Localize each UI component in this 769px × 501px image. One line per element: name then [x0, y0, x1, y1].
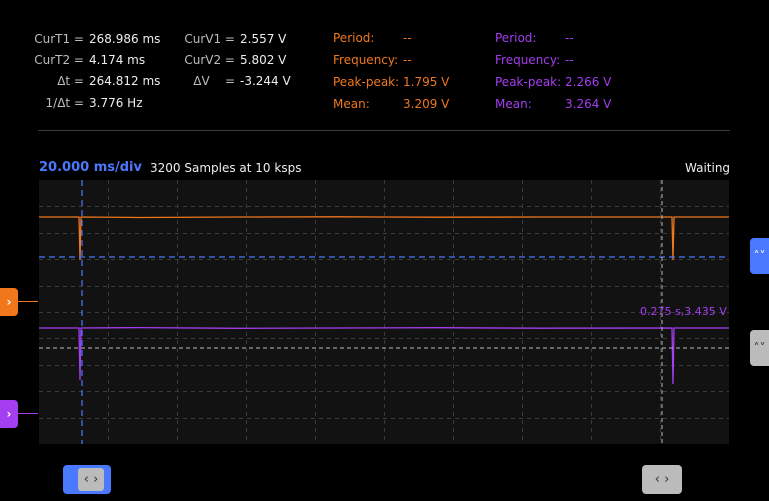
delta-t-label: Δt = [57, 74, 84, 88]
curt2-value: 4.174 ms [89, 53, 146, 67]
curt1-label: CurT1 = [34, 32, 84, 46]
oscilloscope-window: CurT1 = 268.986 ms CurT2 = 4.174 ms Δt =… [0, 0, 769, 501]
curv1-value: 2.557 V [240, 32, 287, 46]
curv2-value: 5.802 V [240, 53, 287, 67]
curv2-label: CurV2 = [184, 53, 235, 67]
up-down-arrows-icon: ˄˅ [753, 341, 766, 355]
ch2-frequency-label: Frequency: [495, 53, 561, 67]
delta-t-value: 264.812 ms [89, 74, 161, 88]
plot-grid [39, 180, 729, 444]
ch1-offset-marker[interactable]: › [0, 288, 18, 316]
sample-info: 3200 Samples at 10 ksps [150, 161, 302, 175]
inverse-delta-t-value: 3.776 Hz [89, 96, 143, 110]
cursor-annotation: 0.275 s,3.435 V [640, 305, 727, 318]
ch2-peak-peak-label: Peak-peak: [495, 75, 562, 89]
waveform-plot-area[interactable]: 0.275 s,3.435 V [39, 180, 729, 444]
waveform-plot: 0.275 s,3.435 V [39, 180, 729, 444]
ch2-frequency-value: -- [565, 53, 574, 67]
ch2-period-label: Period: [495, 31, 537, 45]
ch2-offset-marker[interactable]: › [0, 400, 18, 428]
ch1-peak-peak-value: 1.795 V [403, 75, 450, 89]
ch1-frequency-label: Frequency: [333, 53, 399, 67]
ch1-period-label: Period: [333, 31, 375, 45]
ch1-mean-label: Mean: [333, 97, 370, 111]
time-cursor2-handle[interactable]: ‹ › [642, 465, 682, 494]
divider-rule [38, 130, 730, 131]
ch2-mean-label: Mean: [495, 97, 532, 111]
curv1-label: CurV1 = [184, 32, 235, 46]
inverse-delta-t-label: 1/Δt = [45, 96, 84, 110]
time-cursor1-handle[interactable]: ‹ › [63, 465, 111, 494]
acquisition-status: Waiting [685, 161, 731, 175]
ch2-offset-tick [18, 413, 38, 414]
ch1-frequency-value: -- [403, 53, 412, 67]
ch1-mean-value: 3.209 V [403, 97, 450, 111]
timebase-label: 20.000 ms/div [39, 160, 142, 175]
voltage-cursor2-handle[interactable]: ˄˅ [750, 330, 769, 366]
chevron-right-icon: › [6, 295, 12, 309]
curt2-label: CurT2 = [34, 53, 84, 67]
up-down-arrows-icon: ˄˅ [753, 249, 766, 263]
ch2-period-value: -- [565, 31, 574, 45]
delta-v-value: -3.244 V [240, 74, 291, 88]
ch1-offset-tick [18, 301, 38, 302]
ch2-mean-value: 3.264 V [565, 97, 612, 111]
left-right-arrows-icon: ‹ › [654, 472, 670, 487]
curt1-value: 268.986 ms [89, 32, 161, 46]
left-right-arrows-icon: ‹ › [77, 468, 105, 491]
delta-v-label: ΔV = [193, 74, 235, 88]
voltage-cursor1-handle[interactable]: ˄˅ [750, 238, 769, 274]
ch2-peak-peak-value: 2.266 V [565, 75, 612, 89]
chevron-right-icon: › [6, 407, 12, 421]
ch1-peak-peak-label: Peak-peak: [333, 75, 400, 89]
ch1-period-value: -- [403, 31, 412, 45]
